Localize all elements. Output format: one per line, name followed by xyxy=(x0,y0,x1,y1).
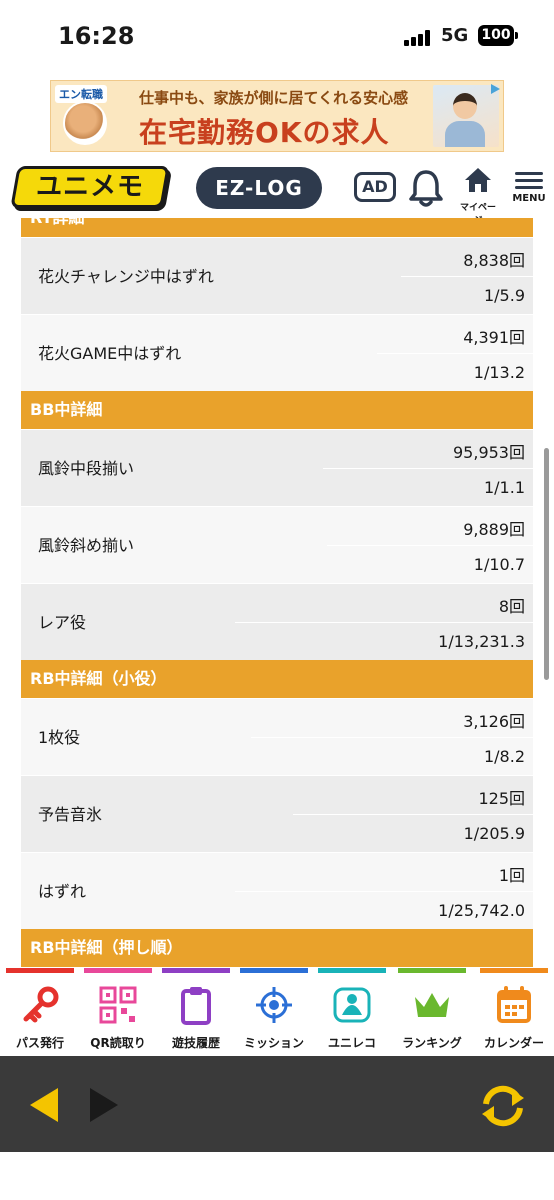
status-time: 16:28 xyxy=(58,22,135,50)
reload-icon[interactable] xyxy=(478,1084,528,1128)
row-label: 花火チャレンジ中はずれ xyxy=(38,267,214,286)
status-bar: 16:28 5G 100 xyxy=(0,0,554,72)
nav-label: パス発行 xyxy=(15,1036,64,1050)
nav-label: ミッション xyxy=(243,1036,304,1050)
clipboard-icon xyxy=(181,987,211,1025)
table-row: レア役 8回 1/13,231.3 xyxy=(21,583,533,660)
row-probability: 1/1.1 xyxy=(483,478,525,497)
row-label: 風鈴斜め揃い xyxy=(38,536,135,555)
nav-label: ランキング xyxy=(402,1036,462,1050)
table-row: 風鈴斜め揃い 9,889回 1/10.7 xyxy=(21,506,533,583)
row-count: 1回 xyxy=(498,866,525,885)
table-row: はずれ 1回 1/25,742.0 xyxy=(21,852,533,929)
browser-toolbar xyxy=(0,1056,554,1152)
home-icon xyxy=(465,168,491,192)
ad-banner[interactable]: エン転職 仕事中も、家族が側に居てくれる安心感 在宅勤務OKの求人 xyxy=(50,80,504,152)
scrollbar[interactable] xyxy=(544,448,549,680)
section-header: RT詳細 xyxy=(21,218,533,237)
logo-text: ユニメモ xyxy=(35,172,144,202)
row-label: はずれ xyxy=(38,882,87,901)
calendar-icon xyxy=(497,986,531,1023)
unimemo-logo[interactable]: ユニメモ xyxy=(10,166,170,208)
section-header: RB中詳細（小役） xyxy=(21,660,533,698)
row-label: 予告音氷 xyxy=(38,805,103,824)
crown-icon xyxy=(415,993,449,1017)
row-probability: 1/13,231.3 xyxy=(438,632,525,651)
ad-tagline: 仕事中も、家族が側に居てくれる安心感 xyxy=(139,89,409,107)
target-icon xyxy=(256,987,292,1023)
row-label: レア役 xyxy=(38,613,87,632)
nav-label: 遊技履歴 xyxy=(171,1036,220,1050)
ad-button[interactable]: AD xyxy=(354,172,396,202)
row-count: 8,838回 xyxy=(463,251,525,270)
menu-label: MENU xyxy=(512,193,546,204)
network-type: 5G xyxy=(441,25,469,46)
row-probability: 1/13.2 xyxy=(473,363,525,382)
ad-dog-image xyxy=(63,101,107,145)
nav-item-unireco[interactable]: ユニレコ xyxy=(316,968,388,1056)
ad-choices-icon[interactable] xyxy=(489,83,501,95)
row-probability: 1/5.9 xyxy=(483,286,525,305)
row-probability: 1/25,742.0 xyxy=(438,901,525,920)
bell-icon[interactable] xyxy=(408,168,444,208)
home-indicator-area xyxy=(0,1152,554,1200)
bottom-nav: パス発行 QR読取り 遊技履歴 ミッション ユニレコ ランキング カレンダー xyxy=(0,968,554,1056)
unireco-badge-icon xyxy=(333,987,371,1023)
nav-item-history[interactable]: 遊技履歴 xyxy=(160,968,232,1056)
qr-code-icon xyxy=(99,986,137,1024)
nav-label: QR読取り xyxy=(90,1036,146,1050)
nav-item-calendar[interactable]: カレンダー xyxy=(478,968,550,1056)
row-count: 125回 xyxy=(478,789,525,808)
mypage-button[interactable]: マイページ xyxy=(456,166,500,226)
cellular-signal-icon xyxy=(404,30,434,46)
row-count: 9,889回 xyxy=(463,520,525,539)
row-label: 花火GAME中はずれ xyxy=(38,344,182,363)
site-header: ユニメモ EZ-LOG AD マイページ MENU xyxy=(0,160,554,226)
table-row: 花火チャレンジ中はずれ 8,838回 1/5.9 xyxy=(21,237,533,314)
table-row: 予告音氷 125回 1/205.9 xyxy=(21,775,533,852)
row-label: 1枚役 xyxy=(38,728,81,747)
row-count: 95,953回 xyxy=(453,443,525,462)
nav-item-ranking[interactable]: ランキング xyxy=(396,968,468,1056)
row-label: 風鈴中段揃い xyxy=(38,459,135,478)
battery-icon: 100 xyxy=(478,25,518,46)
section-header: BB中詳細 xyxy=(21,391,533,429)
data-detail-list[interactable]: RT詳細 花火チャレンジ中はずれ 8,838回 1/5.9 花火GAME中はずれ… xyxy=(21,218,533,968)
table-row: 風鈴中段揃い 95,953回 1/1.1 xyxy=(21,429,533,506)
nav-label: ユニレコ xyxy=(327,1036,376,1050)
back-arrow-icon[interactable] xyxy=(30,1088,58,1122)
row-count: 3,126回 xyxy=(463,712,525,731)
row-probability: 1/10.7 xyxy=(473,555,525,574)
row-probability: 1/8.2 xyxy=(483,747,525,766)
ad-headline: 在宅勤務OKの求人 xyxy=(139,116,390,149)
row-count: 4,391回 xyxy=(463,328,525,347)
forward-arrow-icon[interactable] xyxy=(90,1088,118,1122)
nav-item-pass[interactable]: パス発行 xyxy=(4,968,76,1056)
table-row: 花火GAME中はずれ 4,391回 1/13.2 xyxy=(21,314,533,391)
ezlog-button[interactable]: EZ-LOG xyxy=(196,167,322,209)
nav-item-qr[interactable]: QR読取り xyxy=(82,968,154,1056)
row-count: 8回 xyxy=(498,597,525,616)
nav-item-mission[interactable]: ミッション xyxy=(238,968,310,1056)
nav-label: カレンダー xyxy=(483,1036,544,1050)
key-icon xyxy=(23,986,59,1023)
hamburger-icon xyxy=(515,172,543,175)
menu-button[interactable]: MENU xyxy=(508,168,550,212)
row-probability: 1/205.9 xyxy=(463,824,525,843)
table-row: 1枚役 3,126回 1/8.2 xyxy=(21,698,533,775)
section-header: RB中詳細（押し順） xyxy=(21,929,533,967)
